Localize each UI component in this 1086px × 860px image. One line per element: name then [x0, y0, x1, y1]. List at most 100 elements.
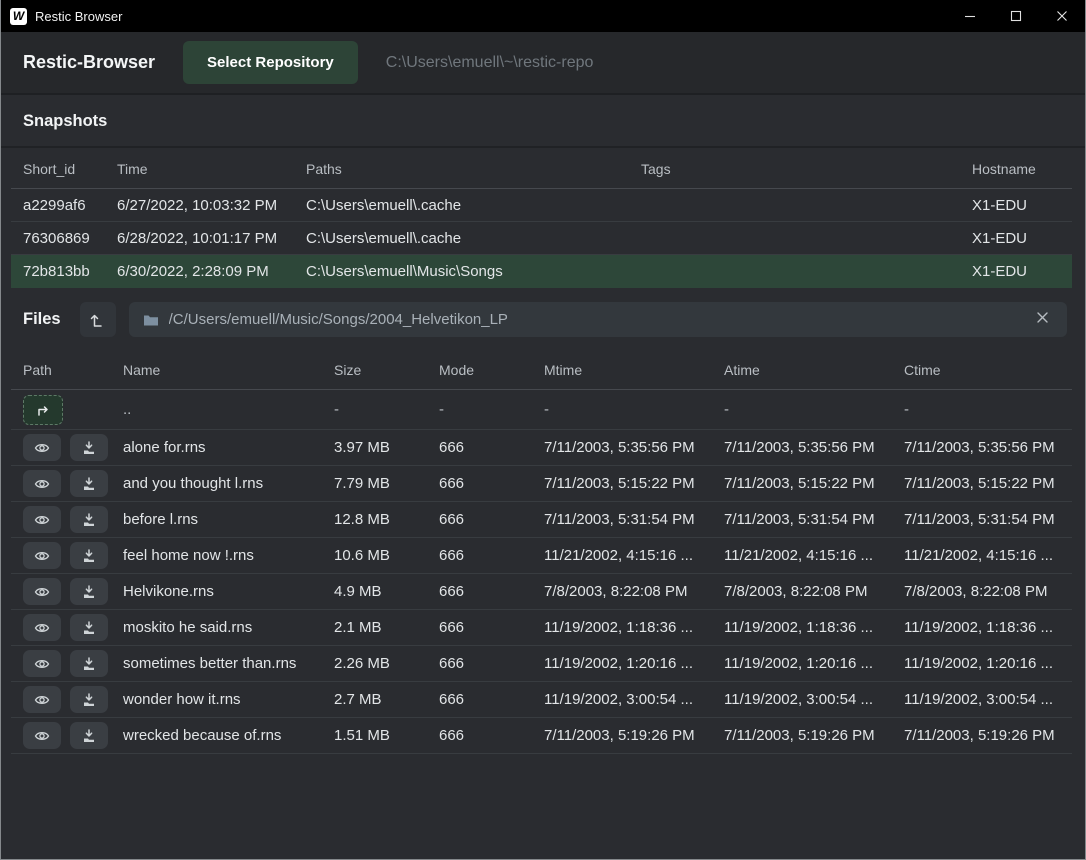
download-button[interactable]: [70, 722, 108, 749]
file-ctime: 7/8/2003, 8:22:08 PM: [904, 583, 1072, 600]
clear-path-button[interactable]: [1032, 307, 1053, 332]
files-heading: Files: [23, 310, 61, 329]
file-mtime: 7/11/2003, 5:31:54 PM: [544, 511, 724, 528]
preview-button[interactable]: [23, 722, 61, 749]
file-mode: 666: [439, 619, 544, 636]
snapshot-row-selected[interactable]: 72b813bb 6/30/2022, 2:28:09 PM C:\Users\…: [11, 255, 1072, 288]
minimize-icon: [964, 10, 976, 22]
file-mtime: 7/11/2003, 5:35:56 PM: [544, 439, 724, 456]
close-button[interactable]: [1039, 0, 1085, 32]
file-mtime: 11/19/2002, 1:18:36 ...: [544, 619, 724, 636]
file-mode: 666: [439, 547, 544, 564]
file-ctime: -: [904, 401, 1072, 418]
snapshots-heading: Snapshots: [1, 95, 1085, 146]
file-name: and you thought l.rns: [123, 475, 334, 492]
file-row[interactable]: wrecked because of.rns 1.51 MB 666 7/11/…: [11, 718, 1072, 754]
preview-button[interactable]: [23, 506, 61, 533]
file-mode: 666: [439, 475, 544, 492]
titlebar: W Restic Browser: [1, 0, 1085, 32]
download-button[interactable]: [70, 686, 108, 713]
eye-icon: [34, 514, 50, 526]
parent-directory-row[interactable]: .. - - - - -: [11, 390, 1072, 430]
file-row[interactable]: and you thought l.rns 7.79 MB 666 7/11/2…: [11, 466, 1072, 502]
go-parent-button[interactable]: [23, 395, 63, 425]
preview-button[interactable]: [23, 542, 61, 569]
file-ctime: 7/11/2003, 5:15:22 PM: [904, 475, 1072, 492]
download-button[interactable]: [70, 614, 108, 641]
file-size: 1.51 MB: [334, 727, 439, 744]
file-row[interactable]: feel home now !.rns 10.6 MB 666 11/21/20…: [11, 538, 1072, 574]
download-button[interactable]: [70, 650, 108, 677]
snapshot-row[interactable]: a2299af6 6/27/2022, 10:03:32 PM C:\Users…: [11, 189, 1072, 222]
go-parent-arrow-icon: [35, 402, 51, 418]
eye-icon: [34, 478, 50, 490]
download-icon: [82, 657, 96, 671]
file-size: -: [334, 401, 439, 418]
file-mode: 666: [439, 655, 544, 672]
preview-button[interactable]: [23, 470, 61, 497]
col-ctime: Ctime: [904, 362, 1072, 378]
file-ctime: 7/11/2003, 5:35:56 PM: [904, 439, 1072, 456]
file-row[interactable]: wonder how it.rns 2.7 MB 666 11/19/2002,…: [11, 682, 1072, 718]
file-size: 2.7 MB: [334, 691, 439, 708]
preview-button[interactable]: [23, 578, 61, 605]
file-atime: 11/19/2002, 1:20:16 ...: [724, 655, 904, 672]
file-mtime: -: [544, 401, 724, 418]
download-icon: [82, 513, 96, 527]
snapshot-time: 6/28/2022, 10:01:17 PM: [117, 230, 306, 247]
download-button[interactable]: [70, 542, 108, 569]
download-icon: [82, 585, 96, 599]
snapshot-time: 6/27/2022, 10:03:32 PM: [117, 197, 306, 214]
up-level-icon: [90, 312, 105, 328]
file-mode: 666: [439, 691, 544, 708]
path-breadcrumb[interactable]: /C/Users/emuell/Music/Songs/2004_Helveti…: [129, 302, 1067, 337]
file-mode: -: [439, 401, 544, 418]
snapshot-time: 6/30/2022, 2:28:09 PM: [117, 263, 306, 280]
download-button[interactable]: [70, 578, 108, 605]
file-name: ..: [123, 401, 334, 418]
preview-button[interactable]: [23, 650, 61, 677]
file-atime: 11/21/2002, 4:15:16 ...: [724, 547, 904, 564]
col-mtime: Mtime: [544, 362, 724, 378]
eye-icon: [34, 658, 50, 670]
minimize-button[interactable]: [947, 0, 993, 32]
col-hostname: Hostname: [972, 161, 1072, 177]
file-name: alone for.rns: [123, 439, 334, 456]
file-size: 2.1 MB: [334, 619, 439, 636]
files-toolbar: Files /C/Users/emuell/Music/Songs/2004_H…: [1, 289, 1085, 349]
window-controls: [947, 0, 1085, 32]
col-name: Name: [123, 362, 334, 378]
file-row[interactable]: moskito he said.rns 2.1 MB 666 11/19/200…: [11, 610, 1072, 646]
file-mtime: 11/19/2002, 1:20:16 ...: [544, 655, 724, 672]
file-atime: 7/11/2003, 5:15:22 PM: [724, 475, 904, 492]
file-rows-container: alone for.rns 3.97 MB 666 7/11/2003, 5:3…: [11, 430, 1072, 754]
eye-icon: [34, 586, 50, 598]
snapshot-row[interactable]: 76306869 6/28/2022, 10:01:17 PM C:\Users…: [11, 222, 1072, 255]
download-icon: [82, 441, 96, 455]
file-size: 12.8 MB: [334, 511, 439, 528]
preview-button[interactable]: [23, 686, 61, 713]
breadcrumb-path-text: /C/Users/emuell/Music/Songs/2004_Helveti…: [169, 311, 508, 328]
file-row[interactable]: Helvikone.rns 4.9 MB 666 7/8/2003, 8:22:…: [11, 574, 1072, 610]
file-atime: -: [724, 401, 904, 418]
file-atime: 7/11/2003, 5:35:56 PM: [724, 439, 904, 456]
download-button[interactable]: [70, 506, 108, 533]
download-button[interactable]: [70, 470, 108, 497]
preview-button[interactable]: [23, 434, 61, 461]
snapshot-paths: C:\Users\emuell\.cache: [306, 230, 641, 247]
file-size: 10.6 MB: [334, 547, 439, 564]
snapshots-table-header: Short_id Time Paths Tags Hostname: [11, 148, 1072, 189]
select-repository-button[interactable]: Select Repository: [183, 41, 358, 84]
file-name: feel home now !.rns: [123, 547, 334, 564]
file-mtime: 11/19/2002, 3:00:54 ...: [544, 691, 724, 708]
file-row[interactable]: sometimes better than.rns 2.26 MB 666 11…: [11, 646, 1072, 682]
file-row[interactable]: before l.rns 12.8 MB 666 7/11/2003, 5:31…: [11, 502, 1072, 538]
col-tags: Tags: [641, 161, 972, 177]
snapshot-short-id: a2299af6: [23, 197, 117, 214]
download-button[interactable]: [70, 434, 108, 461]
file-row[interactable]: alone for.rns 3.97 MB 666 7/11/2003, 5:3…: [11, 430, 1072, 466]
maximize-icon: [1010, 10, 1022, 22]
up-level-button[interactable]: [80, 302, 116, 337]
preview-button[interactable]: [23, 614, 61, 641]
maximize-button[interactable]: [993, 0, 1039, 32]
